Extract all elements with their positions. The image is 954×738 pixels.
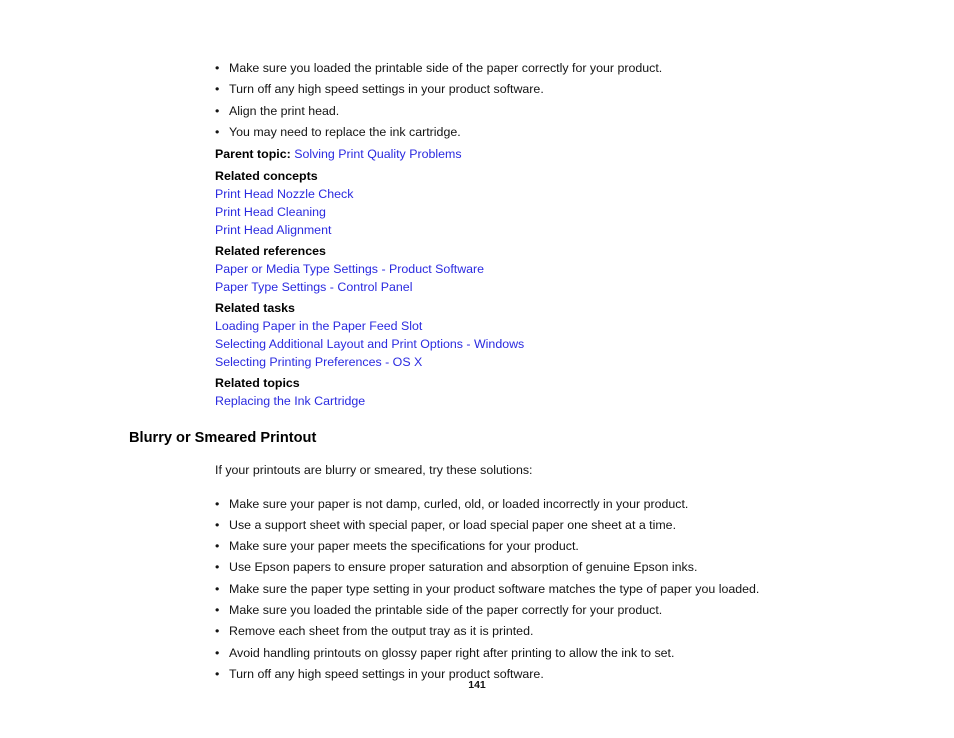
bullet-icon: •: [215, 61, 220, 75]
solution-item-text: Avoid handling printouts on glossy paper…: [229, 645, 675, 660]
bullet-icon: •: [215, 103, 220, 118]
parent-topic-link[interactable]: Solving Print Quality Problems: [294, 147, 461, 161]
related-link[interactable]: Print Head Cleaning: [215, 203, 829, 221]
related-link[interactable]: Paper Type Settings - Control Panel: [215, 278, 829, 296]
related-group: Related references Paper or Media Type Se…: [215, 242, 829, 296]
related-group: Related concepts Print Head Nozzle Check P…: [215, 167, 829, 239]
related-group: Related topics Replacing the Ink Cartridg…: [215, 374, 829, 410]
solution-item-text: Make sure the paper type setting in your…: [229, 581, 760, 596]
solution-item: • You may need to replace the ink cartrid…: [215, 122, 829, 143]
parent-topic-line: Parent topic: Solving Print Quality Prob…: [215, 146, 829, 164]
solution-item: • Turn off any high speed settings in you…: [215, 79, 829, 100]
page-number: 141: [468, 679, 486, 691]
bullet-icon: •: [215, 539, 220, 554]
bullet-icon: •: [215, 560, 220, 575]
solution-item: • Use a support sheet with special paper,…: [215, 515, 829, 536]
bullet-icon: •: [215, 517, 220, 532]
blurry-solutions-list: • Make sure your paper is not damp, curle…: [215, 494, 829, 686]
related-group: Related tasks Loading Paper in the Paper …: [215, 299, 829, 371]
related-group-heading: Related references: [215, 244, 326, 259]
related-link[interactable]: Print Head Nozzle Check: [215, 185, 829, 203]
solution-item-text: Make sure your paper meets the specifica…: [229, 539, 579, 554]
solution-item-text: Remove each sheet from the output tray a…: [229, 624, 534, 639]
bullet-icon: •: [215, 124, 220, 139]
solution-item-text: Make sure your paper is not damp, curled…: [229, 496, 689, 511]
solution-item: • Make sure your paper meets the specific…: [215, 536, 829, 557]
page-content: • Make sure you loaded the printable side…: [129, 58, 829, 685]
related-link[interactable]: Selecting Additional Layout and Print Op…: [215, 335, 829, 353]
related-group-heading: Related topics: [215, 376, 300, 391]
solution-item: • Make sure the paper type setting in you…: [215, 579, 829, 600]
solution-item-text: Align the print head.: [229, 103, 340, 118]
solution-item-text: Use a support sheet with special paper, …: [229, 517, 677, 532]
bullet-icon: •: [215, 82, 220, 97]
bullet-icon: •: [215, 603, 220, 618]
document-page: • Make sure you loaded the printable side…: [0, 0, 954, 738]
related-link[interactable]: Replacing the Ink Cartridge: [215, 392, 829, 410]
top-section: • Make sure you loaded the printable side…: [215, 58, 829, 410]
bullet-icon: •: [215, 496, 220, 511]
blurry-section-body: If your printouts are blurry or smeared,…: [215, 460, 829, 685]
related-group-heading: Related concepts: [215, 169, 318, 184]
solution-item: • Align the print head.: [215, 101, 829, 122]
solution-item: • Make sure you loaded the printable side…: [215, 600, 829, 621]
section-heading-blurry-smeared-printout: Blurry or Smeared Printout: [129, 430, 317, 447]
solution-item: • Make sure you loaded the printable side…: [215, 58, 829, 79]
related-group-heading: Related tasks: [215, 301, 295, 316]
bullet-icon: •: [215, 581, 220, 596]
blurry-section-intro: If your printouts are blurry or smeared,…: [215, 463, 533, 478]
solution-item: • Avoid handling printouts on glossy pape…: [215, 643, 829, 664]
related-link[interactable]: Print Head Alignment: [215, 221, 829, 239]
related-link[interactable]: Loading Paper in the Paper Feed Slot: [215, 317, 829, 335]
solution-item-text: Make sure you loaded the printable side …: [229, 61, 663, 75]
solution-item: • Use Epson papers to ensure proper satur…: [215, 557, 829, 578]
parent-topic-label: Parent topic:: [215, 147, 291, 162]
related-sections: Related concepts Print Head Nozzle Check P…: [215, 167, 829, 410]
related-link[interactable]: Paper or Media Type Settings - Product S…: [215, 260, 829, 278]
top-solutions-list: • Make sure you loaded the printable side…: [215, 58, 829, 143]
bullet-icon: •: [215, 624, 220, 639]
solution-item: • Remove each sheet from the output tray …: [215, 621, 829, 642]
solution-item-text: You may need to replace the ink cartridg…: [229, 124, 461, 139]
solution-item-text: Use Epson papers to ensure proper satura…: [229, 560, 698, 575]
solution-item-text: Make sure you loaded the printable side …: [229, 603, 663, 618]
solution-item-text: Turn off any high speed settings in your…: [229, 82, 544, 97]
bullet-icon: •: [215, 645, 220, 660]
solution-item: • Make sure your paper is not damp, curle…: [215, 494, 829, 515]
related-link[interactable]: Selecting Printing Preferences - OS X: [215, 353, 829, 371]
